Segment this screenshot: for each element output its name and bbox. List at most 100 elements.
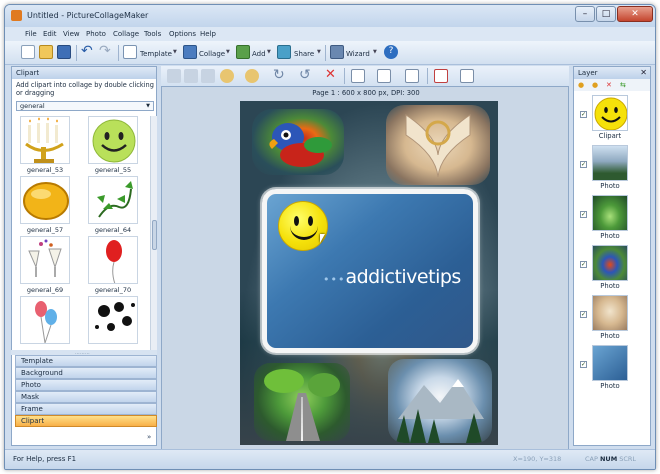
add-button[interactable]: Add	[252, 50, 266, 58]
chevron-down-icon[interactable]: ▼	[267, 49, 271, 55]
layer-item[interactable]: ✓ Clipart	[578, 95, 648, 143]
parrot-photo[interactable]	[252, 109, 344, 175]
maximize-button[interactable]: □	[596, 6, 616, 22]
rotate-cw-icon[interactable]: ↻	[273, 68, 287, 83]
add-icon[interactable]	[236, 45, 250, 59]
layer-caption: Photo	[600, 232, 620, 240]
remove-icon[interactable]	[434, 69, 448, 83]
resize-icon[interactable]	[405, 69, 419, 83]
rotate-ccw-icon[interactable]: ↺	[299, 68, 313, 83]
clipart-item[interactable]	[84, 296, 142, 350]
layer-thumbnail	[592, 295, 628, 331]
share-icon[interactable]	[277, 45, 291, 59]
menu-help[interactable]: Help	[200, 30, 216, 38]
cursor-coordinates: X=190, Y=318	[513, 455, 562, 463]
wizard-button[interactable]: Wizard	[346, 50, 370, 58]
clipart-item[interactable]	[16, 296, 74, 350]
layer-item[interactable]: ✓ Photo	[578, 245, 648, 293]
clipart-item[interactable]: general_70	[84, 236, 142, 296]
template-icon[interactable]	[123, 45, 137, 59]
layer-visibility-checkbox[interactable]: ✓	[580, 111, 587, 118]
nav-background[interactable]: Background	[15, 367, 157, 379]
menu-options[interactable]: Options	[169, 30, 196, 38]
layer-thumbnail	[592, 195, 628, 231]
close-button[interactable]: ✕	[617, 6, 653, 22]
open-folder-icon[interactable]	[39, 45, 53, 59]
minimize-button[interactable]: –	[575, 6, 595, 22]
menu-photo[interactable]: Photo	[86, 30, 106, 38]
delete-icon[interactable]: ✕	[325, 68, 339, 83]
layer-up-icon[interactable]: ●	[578, 81, 584, 89]
align-icon[interactable]	[377, 69, 391, 83]
expand-arrows-icon[interactable]: »	[147, 433, 151, 441]
menu-file[interactable]: File	[25, 30, 37, 38]
wizard-icon[interactable]	[330, 45, 344, 59]
chevron-down-icon[interactable]: ▼	[146, 102, 150, 110]
clipart-item[interactable]: general_64	[84, 176, 142, 236]
clipart-panel-title: Clipart	[12, 67, 156, 79]
undo-icon[interactable]: ↶	[81, 44, 95, 59]
bring-front-icon[interactable]	[167, 69, 181, 83]
nav-frame[interactable]: Frame	[15, 403, 157, 415]
collage-icon[interactable]	[183, 45, 197, 59]
layer-thumbnail	[592, 345, 628, 381]
menu-bar: File Edit View Photo Collage Tools Optio…	[5, 27, 655, 41]
chevron-down-icon[interactable]: ▼	[317, 49, 321, 55]
save-disk-icon[interactable]	[57, 45, 71, 59]
mountain-photo[interactable]	[388, 359, 492, 443]
category-select[interactable]: general ▼	[16, 101, 154, 111]
close-icon[interactable]: ✕	[640, 68, 647, 77]
rotate-left-icon[interactable]	[220, 69, 234, 83]
chevron-down-icon[interactable]: ▼	[373, 49, 377, 55]
layer-swap-icon[interactable]: ⇆	[620, 81, 626, 89]
layer-item[interactable]: ✓ Photo	[578, 195, 648, 243]
gallery-scrollbar[interactable]	[150, 116, 157, 350]
fit-page-icon[interactable]	[351, 69, 365, 83]
clipart-item[interactable]: general_69	[16, 236, 74, 296]
clipart-item[interactable]: general_55	[84, 116, 142, 176]
layer-visibility-checkbox[interactable]: ✓	[580, 361, 587, 368]
layer-visibility-checkbox[interactable]: ✓	[580, 211, 587, 218]
menu-view[interactable]: View	[63, 30, 80, 38]
collage-canvas[interactable]: Page 1 : 600 x 800 px, DPI: 300 •••addic…	[161, 86, 569, 450]
collage-button[interactable]: Collage	[199, 50, 225, 58]
layer-visibility-checkbox[interactable]: ✓	[580, 161, 587, 168]
layer-visibility-checkbox[interactable]: ✓	[580, 311, 587, 318]
menu-edit[interactable]: Edit	[43, 30, 57, 38]
candles-icon	[20, 116, 70, 164]
clipart-item[interactable]: general_53	[16, 116, 74, 176]
scrollbar-thumb[interactable]	[152, 220, 157, 250]
layer-item[interactable]: ✓ Photo	[578, 145, 648, 193]
nav-mask[interactable]: Mask	[15, 391, 157, 403]
clipart-item[interactable]: general_57	[16, 176, 74, 236]
smiley-clipart[interactable]	[278, 201, 328, 251]
rotate-right-icon[interactable]	[245, 69, 259, 83]
smiley-mouth	[290, 226, 318, 240]
chevron-down-icon[interactable]: ▼	[173, 49, 177, 55]
crop-icon[interactable]	[201, 69, 215, 83]
book-ring-photo[interactable]	[386, 105, 490, 185]
menu-collage[interactable]: Collage	[113, 30, 139, 38]
road-photo[interactable]	[254, 363, 350, 441]
layer-visibility-checkbox[interactable]: ✓	[580, 261, 587, 268]
layer-item[interactable]: ✓ Photo	[578, 295, 648, 343]
nav-clipart[interactable]: Clipart	[15, 415, 157, 427]
share-button[interactable]: Share	[294, 50, 314, 58]
glasses-icon	[20, 236, 70, 284]
layer-item[interactable]: ✓ Photo	[578, 345, 648, 393]
layer-down-icon[interactable]: ●	[592, 81, 598, 89]
nav-photo[interactable]: Photo	[15, 379, 157, 391]
properties-icon[interactable]	[460, 69, 474, 83]
clipart-caption: general_69	[26, 286, 64, 294]
nav-template[interactable]: Template	[15, 355, 157, 367]
chevron-down-icon[interactable]: ▼	[226, 49, 230, 55]
template-button[interactable]: Template	[140, 50, 172, 58]
menu-tools[interactable]: Tools	[144, 30, 161, 38]
help-icon[interactable]: ?	[384, 45, 398, 59]
vine-icon	[88, 176, 138, 224]
layer-delete-icon[interactable]: ✕	[606, 81, 612, 89]
collage-page[interactable]: •••addictivetips	[240, 101, 498, 445]
new-file-icon[interactable]	[21, 45, 35, 59]
redo-icon[interactable]: ↷	[99, 44, 113, 59]
send-back-icon[interactable]	[184, 69, 198, 83]
